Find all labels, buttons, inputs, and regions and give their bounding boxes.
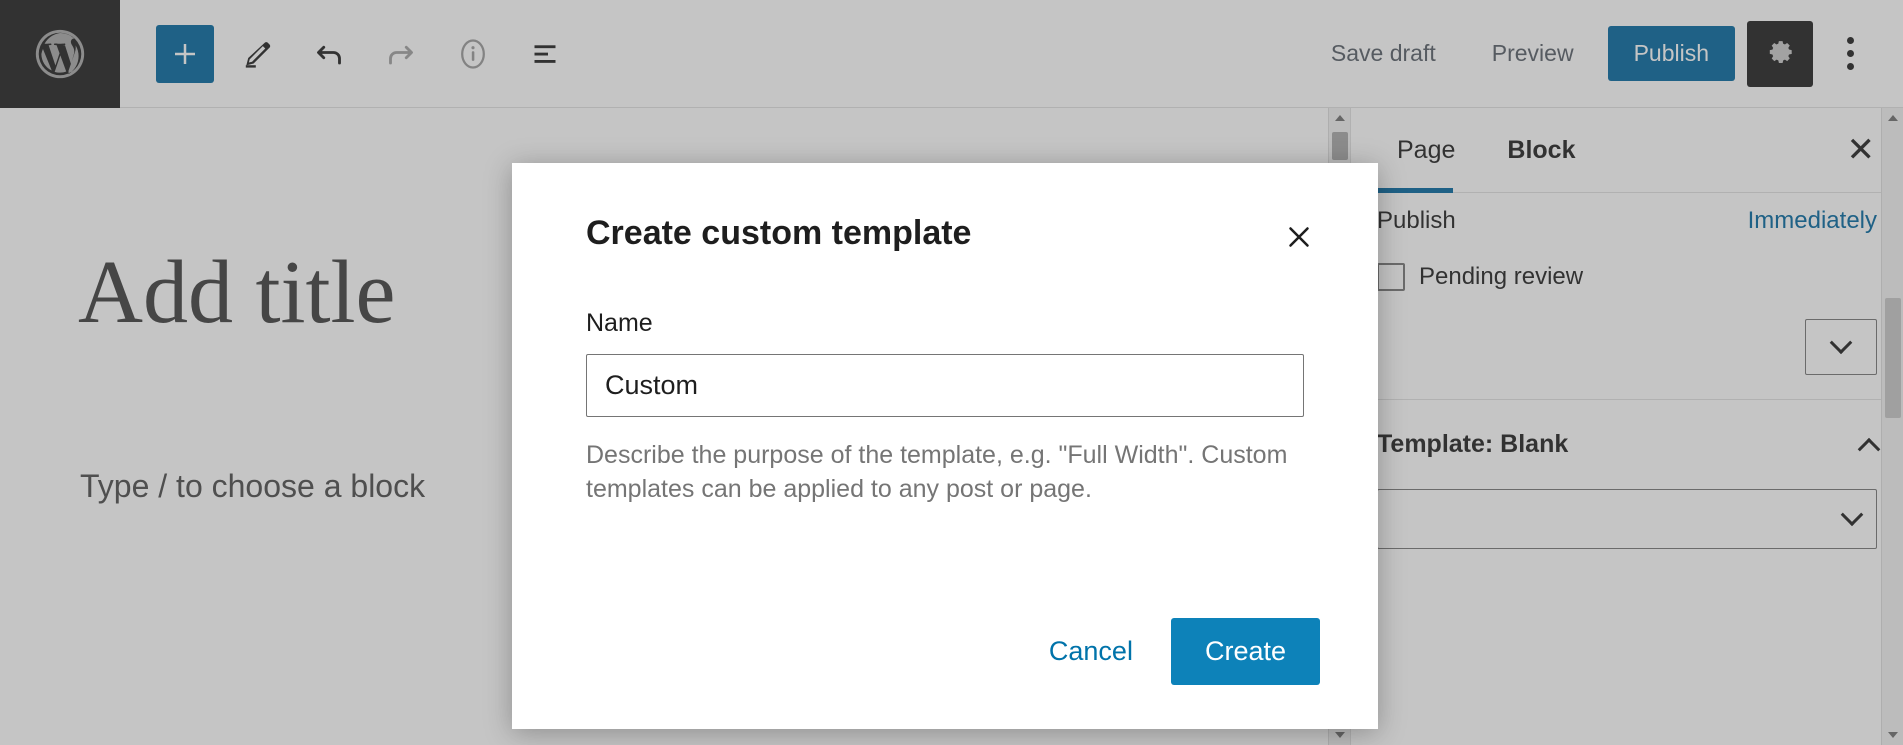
wordpress-block-editor: Save draft Preview Publish Add title Typ… <box>0 0 1903 745</box>
modal-title: Create custom template <box>586 214 972 252</box>
modal-header: Create custom template <box>512 163 1378 261</box>
template-name-input[interactable] <box>586 354 1304 417</box>
modal-body: Name Describe the purpose of the templat… <box>512 309 1378 507</box>
name-field-label: Name <box>586 309 653 337</box>
name-field-help-text: Describe the purpose of the template, e.… <box>586 441 1288 503</box>
close-icon <box>1282 220 1316 257</box>
create-button[interactable]: Create <box>1170 618 1320 685</box>
cancel-button[interactable]: Cancel <box>1039 624 1143 679</box>
create-custom-template-modal: Create custom template Name Describe the… <box>512 163 1378 729</box>
modal-actions: Cancel Create <box>1039 618 1320 685</box>
modal-close-button[interactable] <box>1276 215 1322 261</box>
